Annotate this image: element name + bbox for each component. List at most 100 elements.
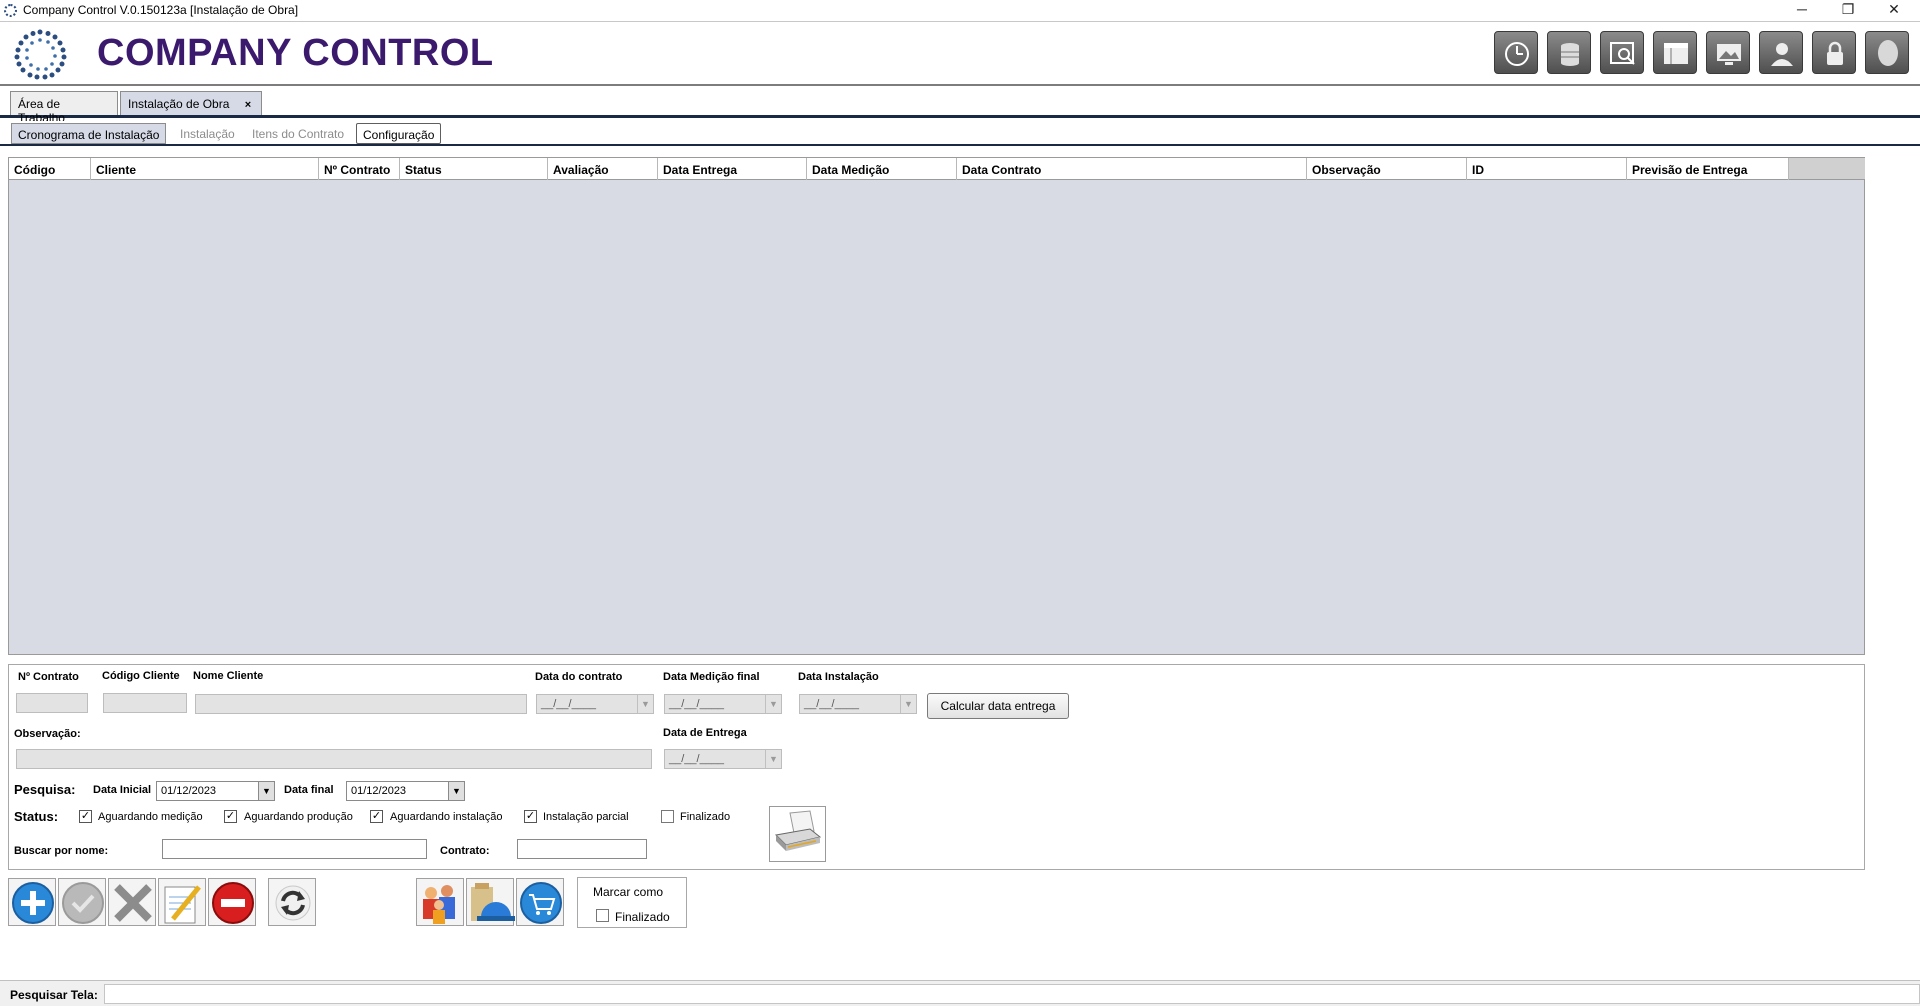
data-contrato-field[interactable]: __/__/____ ▼ [536, 694, 654, 714]
data-final-field[interactable]: 01/12/2023 ▼ [346, 781, 465, 801]
refresh-icon [275, 885, 311, 921]
nome-cliente-label: Nome Cliente [193, 670, 264, 682]
monitor-icon[interactable] [1706, 31, 1750, 74]
window-titlebar: Company Control V.0.150123a [Instalação … [0, 0, 1920, 21]
clock-icon[interactable] [1494, 31, 1538, 74]
data-instalacao-field[interactable]: __/__/____ ▼ [799, 694, 917, 714]
status-checkbox-aguardando-medicao[interactable]: ✓ [79, 810, 92, 823]
tab-label: Instalação de Obra [128, 97, 230, 111]
status-checkbox-aguardando-instalacao[interactable]: ✓ [370, 810, 383, 823]
database-icon[interactable] [1547, 31, 1591, 74]
edit-button[interactable] [158, 878, 206, 926]
data-contrato-label: Data do contrato [535, 671, 623, 683]
tab-cronograma-de-instalacao[interactable]: Cronograma de Instalação [11, 123, 167, 144]
tab-area-de-trabalho[interactable]: Área de Trabalho [10, 91, 118, 125]
data-medicao-field[interactable]: __/__/____ ▼ [664, 694, 782, 714]
n-contrato-field[interactable] [16, 693, 88, 713]
codigo-cliente-label: Código Cliente [102, 670, 180, 682]
status-checkbox-aguardando-producao[interactable]: ✓ [224, 810, 237, 823]
dropdown-arrow-icon[interactable]: ▼ [765, 695, 781, 713]
add-button[interactable] [8, 878, 56, 926]
contrato-label: Contrato: [440, 845, 490, 857]
restore-button[interactable]: ❐ [1826, 0, 1870, 21]
buscar-por-nome-input[interactable] [162, 839, 427, 859]
print-button[interactable] [769, 806, 826, 862]
layout-icon[interactable] [1653, 31, 1697, 74]
finalizado-label: Finalizado [615, 910, 670, 924]
lock-icon[interactable] [1812, 31, 1856, 74]
column-header[interactable]: Observação [1307, 158, 1467, 180]
checkbox-label: Aguardando instalação [390, 811, 503, 823]
search-screen-input[interactable] [104, 984, 1920, 1004]
confirm-button[interactable] [58, 878, 106, 926]
window-title: Company Control V.0.150123a [Instalação … [23, 3, 299, 17]
contrato-input[interactable] [517, 839, 647, 859]
search-window-icon[interactable] [1600, 31, 1644, 74]
cancel-button[interactable] [108, 878, 156, 926]
finalizado-checkbox[interactable] [596, 909, 609, 922]
data-inicial-field[interactable]: 01/12/2023 ▼ [156, 781, 275, 801]
check-icon [62, 882, 104, 924]
clients-button[interactable] [416, 878, 464, 926]
date-placeholder: __/__/____ [541, 698, 597, 710]
user-icon[interactable] [1759, 31, 1803, 74]
column-header[interactable]: Data Medição [807, 158, 957, 180]
add-icon [12, 882, 54, 924]
dropdown-arrow-icon[interactable]: ▼ [765, 750, 781, 768]
column-header[interactable]: Nº Contrato [319, 158, 400, 180]
date-placeholder: __/__/____ [804, 698, 860, 710]
column-header[interactable]: Data Entrega [658, 158, 807, 180]
data-instalacao-label: Data Instalação [798, 671, 879, 683]
calcular-data-entrega-button[interactable]: Calcular data entrega [927, 693, 1069, 719]
tab-itens-do-contrato[interactable]: Itens do Contrato [246, 123, 350, 144]
app-header: COMPANY CONTROL [0, 21, 1920, 86]
observacao-label: Observação: [14, 728, 81, 740]
table-header: Código Cliente Nº Contrato Status Avalia… [9, 158, 1789, 180]
cart-button[interactable] [516, 878, 564, 926]
column-header[interactable]: Cliente [91, 158, 319, 180]
data-inicial-label: Data Inicial [93, 784, 152, 796]
cross-icon [114, 884, 152, 922]
pesquisa-label: Pesquisa: [14, 782, 76, 797]
column-header[interactable]: Avaliação [548, 158, 658, 180]
refresh-button[interactable] [268, 878, 316, 926]
details-panel: Nº Contrato Código Cliente Nome Cliente … [8, 664, 1865, 870]
data-medicao-label: Data Medição final [663, 671, 760, 683]
search-screen-label: Pesquisar Tela: [10, 988, 98, 1002]
printer-icon [774, 810, 822, 851]
column-header[interactable]: Status [400, 158, 548, 180]
dropdown-arrow-icon[interactable]: ▼ [258, 782, 274, 800]
dropdown-arrow-icon[interactable]: ▼ [637, 695, 653, 713]
nome-cliente-field[interactable] [195, 694, 527, 714]
close-tab-icon[interactable]: × [245, 99, 251, 111]
data-entrega-field[interactable]: __/__/____ ▼ [664, 749, 782, 769]
mark-as-group: Marcar como Finalizado [577, 877, 687, 928]
checkbox-label: Aguardando medição [98, 811, 203, 823]
dropdown-arrow-icon[interactable]: ▼ [448, 782, 464, 800]
observacao-field[interactable] [16, 749, 652, 769]
status-checkbox-instalacao-parcial[interactable]: ✓ [524, 810, 537, 823]
avatar-icon[interactable] [1865, 31, 1909, 74]
brand-title: COMPANY CONTROL [97, 32, 494, 74]
tab-configuracao[interactable]: Configuração [356, 123, 442, 144]
installers-button[interactable] [466, 878, 515, 926]
codigo-cliente-field[interactable] [103, 693, 187, 713]
column-header[interactable]: Data Contrato [957, 158, 1307, 180]
mark-as-label: Marcar como [593, 885, 664, 899]
status-label: Status: [14, 809, 59, 824]
checkbox-label: Instalação parcial [543, 811, 629, 823]
column-header[interactable]: Previsão de Entrega [1627, 158, 1789, 180]
column-header[interactable]: Código [9, 158, 91, 180]
data-final-value: 01/12/2023 [351, 785, 407, 797]
n-contrato-label: Nº Contrato [18, 671, 79, 683]
tab-instalacao[interactable]: Instalação [174, 123, 241, 144]
data-entrega-label: Data de Entrega [663, 727, 747, 739]
tab-instalacao-de-obra[interactable]: Instalação de Obra × [120, 91, 262, 115]
column-header[interactable]: ID [1467, 158, 1627, 180]
installation-schedule-table[interactable]: Código Cliente Nº Contrato Status Avalia… [8, 157, 1865, 655]
close-window-button[interactable]: ✕ [1872, 0, 1916, 21]
dropdown-arrow-icon[interactable]: ▼ [900, 695, 916, 713]
minimize-button[interactable]: ─ [1780, 0, 1824, 21]
delete-button[interactable] [208, 878, 256, 926]
status-checkbox-finalizado[interactable] [661, 810, 674, 823]
